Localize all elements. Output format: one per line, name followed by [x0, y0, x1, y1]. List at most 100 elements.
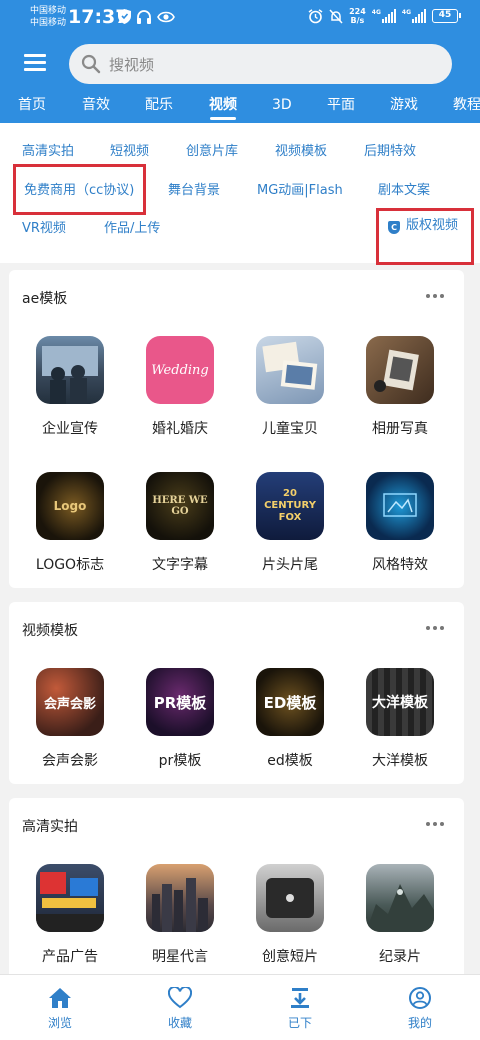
nav-downloaded-label: 已下	[287, 1016, 312, 1030]
footage-item[interactable]: 创意短片	[235, 864, 345, 966]
nav-browse[interactable]: 浏览	[20, 987, 100, 1031]
tab-graphic[interactable]: 平面	[327, 94, 355, 116]
template-item[interactable]: HERE WE GO 文字字幕	[125, 472, 235, 574]
template-item[interactable]: 20 CENTURY FOX 片头片尾	[235, 472, 345, 574]
subcat-creative-library[interactable]: 创意片库	[186, 143, 238, 161]
subcat-post-effects[interactable]: 后期特效	[364, 143, 416, 161]
subcat-stage-background[interactable]: 舞台背景	[168, 182, 220, 200]
tab-3d[interactable]: 3D	[272, 94, 292, 116]
nav-profile-label: 我的	[407, 1016, 432, 1030]
alarm-icon	[308, 8, 323, 23]
template-item[interactable]: 儿童宝贝	[235, 336, 345, 438]
photo-album-thumbnail	[366, 336, 434, 404]
template-item[interactable]: PR模板 pr模板	[125, 668, 235, 770]
tab-home[interactable]: 首页	[18, 94, 46, 116]
carrier-2: 中国移动	[30, 18, 67, 28]
item-label: 企业宣传	[42, 421, 98, 437]
network-type-1: 4G	[371, 9, 381, 16]
product-ad-thumbnail	[36, 864, 104, 932]
item-label: 风格特效	[372, 557, 428, 573]
headphones-icon	[137, 9, 151, 24]
wedding-thumbnail: Wedding	[146, 336, 214, 404]
dayang-template-thumbnail: 大洋模板	[366, 668, 434, 736]
nav-profile[interactable]: 我的	[380, 987, 460, 1031]
nav-favorites[interactable]: 收藏	[140, 987, 220, 1031]
category-tabs: 首页 音效 配乐 视频 3D 平面 游戏 教程	[0, 94, 480, 120]
search-input[interactable]: 搜视频	[69, 44, 452, 84]
mute-bell-icon	[329, 8, 343, 24]
footage-item[interactable]: 明星代言	[125, 864, 235, 966]
section-title: 视频模板	[22, 623, 78, 639]
subcat-scripts[interactable]: 剧本文案	[378, 182, 430, 200]
highlight-box-free-commercial	[13, 164, 146, 215]
footage-item[interactable]: 纪录片	[345, 864, 455, 966]
subcat-mg-animation[interactable]: MG动画|Flash	[257, 182, 343, 200]
huisheng-thumbnail-text: 会声会影	[43, 696, 96, 712]
item-label: 婚礼婚庆	[152, 421, 208, 437]
item-label: 相册写真	[372, 421, 428, 437]
item-label: pr模板	[158, 753, 202, 769]
more-options-icon[interactable]	[426, 822, 444, 826]
text-subtitle-thumbnail-text: HERE WE GO	[152, 495, 208, 517]
intro-outro-thumbnail-text: 20 CENTURY FOX	[264, 488, 316, 523]
template-item[interactable]: 相册写真	[345, 336, 455, 438]
battery-icon: 45	[432, 9, 461, 23]
template-item[interactable]: 企业宣传	[15, 336, 125, 438]
documentary-thumbnail	[366, 864, 434, 932]
dayang-template-thumbnail-text: 大洋模板	[372, 695, 428, 711]
subcat-vr-video[interactable]: VR视频	[22, 220, 66, 238]
subcat-hd-footage[interactable]: 高清实拍	[22, 143, 74, 161]
subcategory-panel: 高清实拍 短视频 创意片库 视频模板 后期特效 免费商用（cc协议) 舞台背景 …	[0, 123, 480, 265]
template-item[interactable]: ED模板 ed模板	[235, 668, 345, 770]
intro-outro-thumbnail: 20 CENTURY FOX	[256, 472, 324, 540]
tab-music[interactable]: 配乐	[145, 94, 173, 116]
business-promo-thumbnail	[36, 336, 104, 404]
item-label: 创意短片	[262, 949, 318, 965]
tab-tutorials[interactable]: 教程	[453, 94, 480, 116]
pr-template-thumbnail: PR模板	[146, 668, 214, 736]
nav-downloaded[interactable]: 已下	[260, 987, 340, 1031]
subcat-video-templates[interactable]: 视频模板	[275, 143, 327, 161]
signal-bars-2-icon	[412, 9, 426, 23]
subcat-short-video[interactable]: 短视频	[110, 143, 149, 161]
status-icons-right: 224 B/s 4G 4G 45	[308, 7, 461, 25]
item-label: 文字字幕	[152, 557, 208, 573]
ed-template-thumbnail-text: ED模板	[263, 693, 317, 712]
tab-video[interactable]: 视频	[209, 94, 237, 116]
net-speed-value: 224	[349, 7, 366, 16]
search-icon	[81, 54, 101, 74]
user-icon	[409, 987, 431, 1009]
template-item[interactable]: 风格特效	[345, 472, 455, 574]
subcat-upload[interactable]: 作品/上传	[104, 220, 160, 238]
footage-item[interactable]: 产品广告	[15, 864, 125, 966]
template-item[interactable]: 会声会影 会声会影	[15, 668, 125, 770]
tab-sound-effects[interactable]: 音效	[82, 94, 110, 116]
template-item[interactable]: Wedding 婚礼婚庆	[125, 336, 235, 438]
logo-thumbnail: Logo	[36, 472, 104, 540]
nav-favorites-label: 收藏	[167, 1016, 192, 1030]
home-icon	[49, 988, 71, 1008]
hamburger-menu-icon[interactable]	[24, 54, 46, 72]
signal-1: 4G	[372, 9, 396, 23]
carrier-labels: 中国移动 中国移动	[30, 5, 66, 29]
item-label: LOGO标志	[35, 557, 105, 573]
item-label: 会声会影	[42, 753, 98, 769]
active-tab-indicator	[210, 117, 236, 120]
status-icons-left	[118, 9, 175, 24]
more-options-icon[interactable]	[426, 294, 444, 298]
section-title: ae模板	[22, 291, 68, 307]
logo-thumbnail-text: Logo	[53, 499, 87, 513]
more-options-icon[interactable]	[426, 626, 444, 630]
section-video-templates: 视频模板 会声会影 会声会影 PR模板 pr模板 ED模板 ed模板 大洋模板 …	[9, 602, 464, 784]
children-photo-thumbnail	[256, 336, 324, 404]
template-item[interactable]: Logo LOGO标志	[15, 472, 125, 574]
section-hd-footage: 高清实拍 产品广告 明星代言 创意短片 纪录片	[9, 798, 464, 988]
app-header: 中国移动 中国移动 17:37 224 B/s 4G 4G 45 搜视频 首页 …	[0, 0, 480, 123]
net-speed: 224 B/s	[349, 7, 366, 25]
tab-games[interactable]: 游戏	[390, 94, 418, 116]
style-effects-thumbnail	[366, 472, 434, 540]
nav-browse-label: 浏览	[47, 1016, 72, 1030]
eye-icon	[157, 11, 175, 22]
bottom-navigation: 浏览 收藏 已下 我的	[0, 974, 480, 1040]
template-item[interactable]: 大洋模板 大洋模板	[345, 668, 455, 770]
